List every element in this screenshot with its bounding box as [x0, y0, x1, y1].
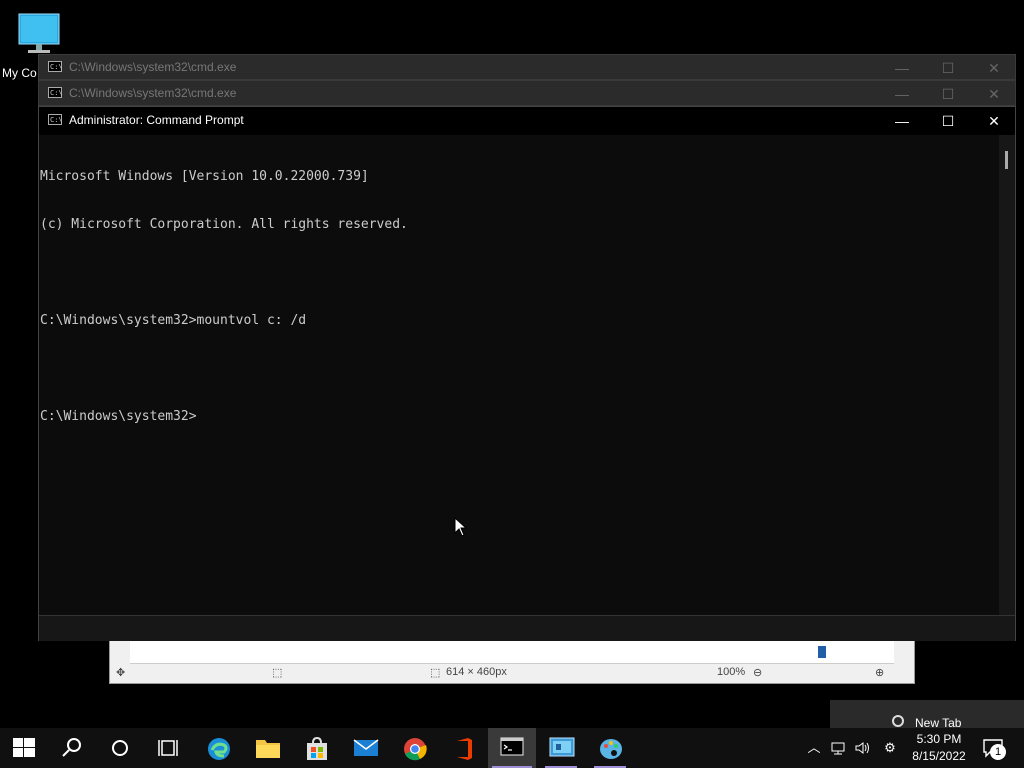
system-clock[interactable]: 5:30 PM 8/15/2022	[904, 731, 974, 765]
clock-date: 8/15/2022	[912, 749, 966, 763]
window-title: Administrator: Command Prompt	[69, 113, 244, 127]
close-button[interactable]: ✕	[971, 55, 1017, 81]
zoom-slider-thumb[interactable]	[818, 646, 826, 658]
console-line: Microsoft Windows [Version 10.0.22000.73…	[40, 169, 369, 184]
minimize-button[interactable]: —	[879, 107, 925, 135]
show-hidden-icons-chevron-icon[interactable]: ︿	[806, 740, 822, 756]
chrome-icon	[404, 738, 427, 761]
background-image-editor-window[interactable]: ✥ ⬚ ⬚ 614 × 460px 100% ⊖ ⊕	[109, 640, 915, 684]
cmd-taskbar-button[interactable]	[488, 728, 536, 768]
cortana-button[interactable]	[96, 728, 144, 768]
windows-logo-icon	[13, 738, 35, 757]
console-line: C:\Windows\system32>mountvol c: /d	[40, 313, 307, 328]
chrome-taskbar-button[interactable]	[390, 728, 438, 768]
settings-gear-icon[interactable]: ⚙	[882, 740, 898, 756]
volume-icon[interactable]	[854, 740, 870, 756]
vertical-scrollbar[interactable]	[999, 135, 1015, 615]
cmd-window-main[interactable]: C:\ Administrator: Command Prompt — ☐ ✕ …	[38, 106, 1016, 641]
title-bar[interactable]: C:\ Administrator: Command Prompt — ☐ ✕	[39, 107, 1015, 135]
new-tab-thumbnail[interactable]: New Tab	[830, 700, 1024, 730]
window-title: C:\Windows\system32\cmd.exe	[69, 86, 237, 100]
cmd-window-back-2[interactable]: C:\ C:\Windows\system32\cmd.exe — ☐ ✕	[38, 80, 1016, 106]
control-panel-icon	[549, 737, 575, 757]
maximize-button[interactable]: ☐	[925, 55, 971, 81]
minimize-button[interactable]: —	[879, 81, 925, 107]
notification-count-badge: 1	[990, 744, 1006, 760]
taskbar: ︿ ⚙ 5:30 PM 8/15/2022 1	[0, 728, 1024, 768]
browser-icon	[892, 715, 904, 727]
start-button[interactable]	[0, 728, 48, 768]
cmd-window-back-1[interactable]: C:\ C:\Windows\system32\cmd.exe — ☐ ✕	[38, 54, 1016, 80]
horizontal-scrollbar[interactable]	[39, 615, 1015, 641]
paint-palette-icon	[600, 739, 622, 759]
task-view-icon	[158, 740, 178, 756]
close-button[interactable]: ✕	[971, 107, 1017, 135]
paint-taskbar-button[interactable]	[586, 728, 634, 768]
zoom-level: 100%	[717, 666, 746, 678]
window-title: C:\Windows\system32\cmd.exe	[69, 60, 237, 74]
close-button[interactable]: ✕	[971, 81, 1017, 107]
edge-taskbar-button[interactable]	[194, 728, 242, 768]
computer-icon	[18, 13, 60, 53]
file-explorer-taskbar-button[interactable]	[243, 728, 291, 768]
edge-icon	[208, 738, 230, 760]
search-icon	[62, 738, 81, 757]
status-bar: ✥ ⬚ ⬚ 614 × 460px 100% ⊖ ⊕	[110, 663, 914, 683]
folder-icon	[256, 740, 280, 758]
search-button[interactable]	[48, 728, 96, 768]
store-taskbar-button[interactable]	[292, 728, 340, 768]
mail-icon	[353, 739, 379, 756]
task-view-button[interactable]	[144, 728, 192, 768]
cortana-icon	[112, 740, 128, 756]
mouse-cursor-icon	[454, 517, 468, 537]
console-line: (c) Microsoft Corporation. All rights re…	[40, 217, 408, 232]
minimize-button[interactable]: —	[879, 55, 925, 81]
canvas-area	[130, 641, 894, 664]
move-icon: ✥	[116, 667, 126, 679]
control-panel-taskbar-button[interactable]	[537, 728, 585, 768]
desktop-icon-label: My Co	[2, 66, 37, 80]
terminal-icon	[500, 737, 524, 756]
mail-taskbar-button[interactable]	[341, 728, 389, 768]
cmd-icon: C:\	[48, 87, 63, 98]
cmd-icon: C:\	[48, 114, 63, 125]
image-size-text: 614 × 460px	[446, 666, 507, 678]
zoom-out-button[interactable]: ⊖	[753, 666, 762, 679]
image-size-icon: ⬚	[430, 667, 441, 679]
scrollbar-thumb[interactable]	[1005, 151, 1008, 169]
network-icon[interactable]	[830, 740, 846, 756]
clock-time: 5:30 PM	[916, 732, 962, 746]
maximize-button[interactable]: ☐	[925, 107, 971, 135]
office-taskbar-button[interactable]	[439, 728, 487, 768]
office-icon	[457, 738, 472, 760]
cmd-icon: C:\	[48, 61, 63, 72]
store-icon	[307, 736, 327, 760]
console-output[interactable]: Microsoft Windows [Version 10.0.22000.73…	[39, 135, 1001, 615]
zoom-in-button[interactable]: ⊕	[875, 666, 884, 679]
selection-icon: ⬚	[272, 667, 283, 679]
console-prompt-line[interactable]: C:\Windows\system32>	[40, 409, 1001, 425]
maximize-button[interactable]: ☐	[925, 81, 971, 107]
